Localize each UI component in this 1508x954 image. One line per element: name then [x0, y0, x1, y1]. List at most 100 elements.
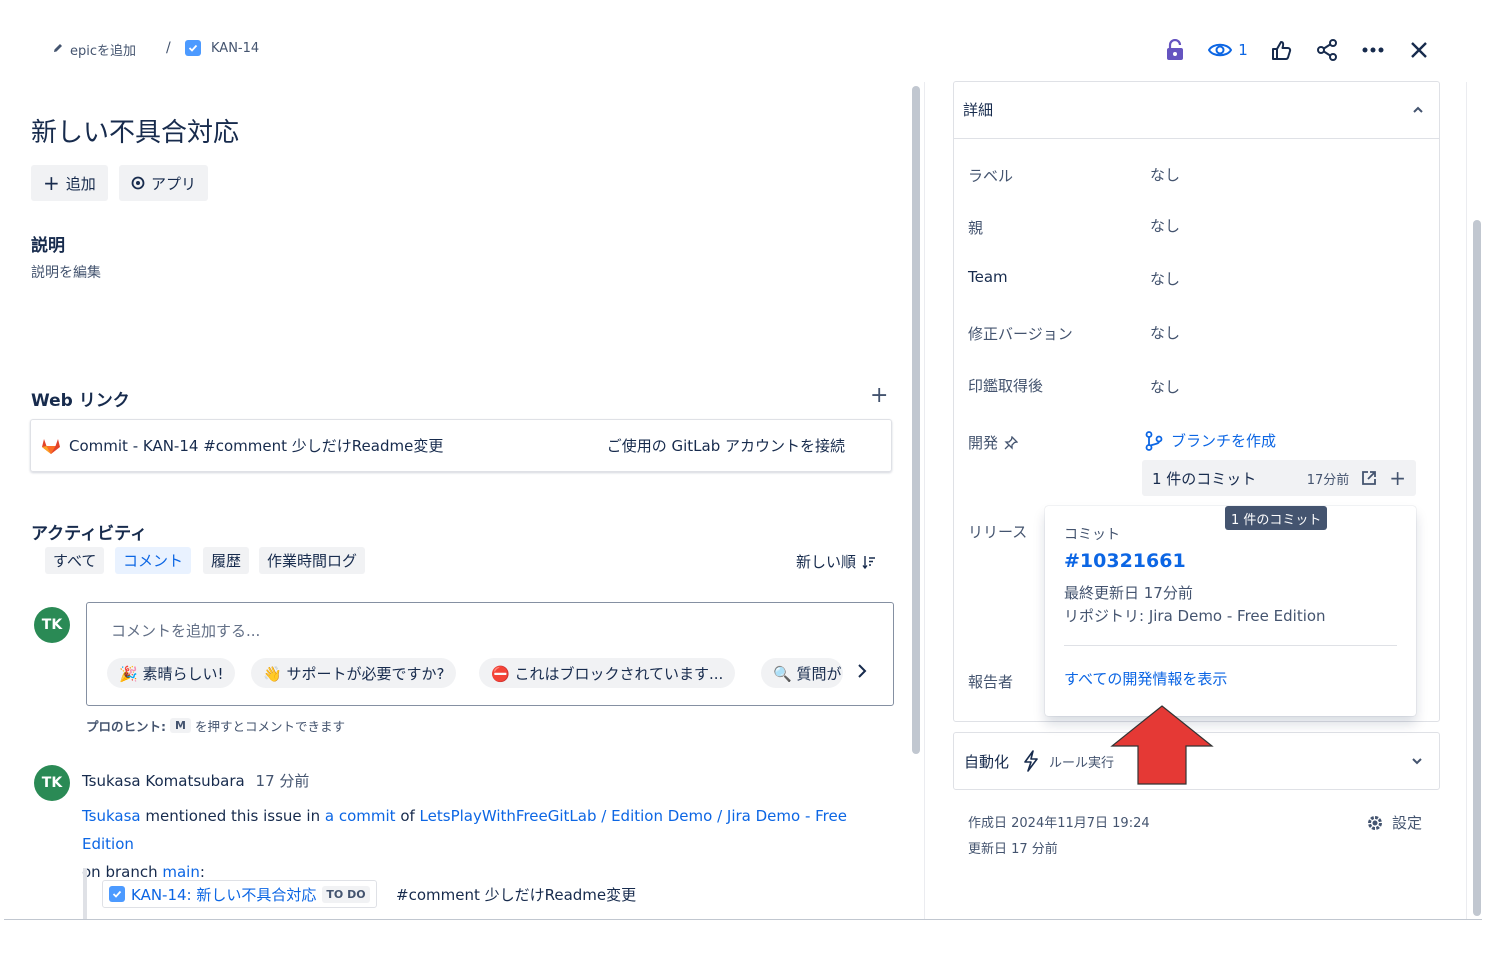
- more-icon: [1362, 47, 1384, 53]
- comment-placeholder: コメントを追加する...: [111, 622, 261, 640]
- add-weblink-button[interactable]: +: [870, 383, 888, 408]
- details-header[interactable]: 詳細: [953, 81, 1440, 139]
- commit-link[interactable]: a commit: [325, 807, 396, 825]
- quote-bar: [83, 868, 87, 920]
- eye-icon: [1208, 43, 1233, 57]
- gitlab-icon: [42, 438, 60, 454]
- popup-divider: [1064, 645, 1397, 646]
- field-value-parent[interactable]: なし: [1150, 215, 1180, 236]
- add-button[interactable]: + 追加: [31, 165, 108, 201]
- description-heading: 説明: [31, 236, 65, 256]
- tab-worklog[interactable]: 作業時間ログ: [259, 547, 366, 574]
- connect-gitlab-link[interactable]: ご使用の GitLab アカウントを接続: [607, 435, 845, 456]
- lightning-icon: [1024, 750, 1038, 772]
- right-panel-edge: [1466, 82, 1467, 920]
- close-button[interactable]: [1396, 34, 1442, 66]
- weblink-text[interactable]: Commit - KAN-14 #comment 少しだけReadme変更: [69, 435, 443, 456]
- sort-icon: [862, 555, 876, 569]
- issue-title[interactable]: 新しい不具合対応: [31, 112, 239, 149]
- quick-reply-blocked[interactable]: ⛔ これはブロックされています...: [479, 658, 736, 688]
- popup-repository: リポジトリ: Jira Demo - Free Edition: [1064, 607, 1326, 625]
- comment-text-2: of: [395, 807, 420, 825]
- add-button-label: 追加: [65, 174, 96, 193]
- pencil-icon: [52, 42, 64, 58]
- add-development-button[interactable]: +: [1389, 468, 1406, 488]
- add-epic-link[interactable]: epicを追加: [52, 40, 136, 59]
- field-value-seal[interactable]: なし: [1150, 376, 1180, 397]
- thumbs-up-icon: [1272, 41, 1292, 60]
- tab-all[interactable]: すべて: [45, 547, 105, 574]
- settings-label: 設定: [1392, 814, 1423, 832]
- scroll-chips-right-button[interactable]: [857, 663, 867, 683]
- field-label-labels: ラベル: [968, 167, 1014, 185]
- apps-button[interactable]: アプリ: [119, 165, 209, 201]
- restriction-button[interactable]: [1152, 34, 1198, 66]
- commits-summary[interactable]: 1 件のコミット 17分前 +: [1142, 460, 1416, 496]
- pro-tip-prefix: プロのヒント:: [86, 719, 166, 734]
- pin-icon[interactable]: [1004, 435, 1019, 450]
- popup-updated: 最終更新日 17分前: [1064, 584, 1193, 602]
- tab-history[interactable]: 履歴: [203, 547, 250, 574]
- external-link-icon[interactable]: [1361, 470, 1377, 486]
- field-label-reporter: 報告者: [968, 673, 1014, 691]
- comment-time: 17 分前: [255, 772, 310, 790]
- share-button[interactable]: [1304, 34, 1350, 66]
- comment-text-4: :: [199, 863, 205, 881]
- issue-smart-link[interactable]: KAN-14: 新しい不具合対応 TO DO: [102, 880, 377, 908]
- field-value-labels[interactable]: なし: [1150, 164, 1180, 185]
- commit-id-link[interactable]: #10321661: [1064, 550, 1186, 572]
- popup-heading: コミット: [1064, 527, 1120, 543]
- description-edit-area[interactable]: 説明を編集: [31, 262, 101, 282]
- field-label-release: リリース: [968, 523, 1028, 541]
- weblink-item[interactable]: Commit - KAN-14 #comment 少しだけReadme変更 ご使…: [30, 419, 892, 472]
- field-label-development: 開発: [968, 432, 1019, 453]
- panel-divider: [924, 82, 925, 920]
- issue-key-link[interactable]: KAN-14: [185, 40, 259, 56]
- red-arrow-annotation: [1110, 705, 1214, 785]
- commits-tooltip: 1 件のコミット: [1225, 506, 1328, 530]
- weblinks-heading: Web リンク: [31, 391, 130, 411]
- quick-reply-question[interactable]: 🔍 質問が: [761, 658, 843, 688]
- vote-button[interactable]: [1258, 34, 1304, 66]
- comment-header: Tsukasa Komatsubara 17 分前: [82, 770, 309, 791]
- field-label-team: Team: [968, 268, 1008, 286]
- field-value-team[interactable]: なし: [1150, 268, 1180, 289]
- field-label-seal: 印鑑取得後: [968, 377, 1044, 395]
- branch-icon: [1145, 430, 1163, 451]
- automation-heading: 自動化: [964, 752, 1010, 771]
- watch-button[interactable]: 1: [1198, 34, 1258, 66]
- comment-input[interactable]: コメントを追加する... 🎉 素晴らしい! 👋 サポートが必要ですか? ⛔ これ…: [86, 602, 894, 706]
- shortcut-key: M: [170, 718, 191, 733]
- bottom-border: [4, 919, 1482, 920]
- quick-reply-need-help[interactable]: 👋 サポートが必要ですか?: [251, 658, 457, 688]
- lock-icon: [1167, 39, 1183, 60]
- breadcrumb-separator: /: [166, 40, 171, 56]
- right-panel-scrollbar[interactable]: [1473, 220, 1481, 916]
- sort-order-button[interactable]: 新しい順: [796, 551, 876, 572]
- close-icon: [1411, 42, 1427, 58]
- plus-icon: +: [43, 171, 60, 195]
- status-lozenge: TO DO: [322, 885, 370, 903]
- comment-text-1: mentioned this issue in: [140, 807, 325, 825]
- field-label-parent: 親: [968, 219, 984, 237]
- settings-button[interactable]: 設定: [1366, 812, 1422, 833]
- commits-time: 17分前: [1306, 472, 1350, 488]
- comment-author-avatar: TK: [34, 765, 70, 801]
- more-actions-button[interactable]: [1350, 34, 1396, 66]
- branch-link[interactable]: main: [162, 863, 199, 881]
- sort-order-label: 新しい順: [796, 553, 857, 571]
- pro-tip: プロのヒント: M を押すとコメントできます: [86, 716, 345, 735]
- create-branch-label: ブランチを作成: [1171, 432, 1277, 450]
- development-label: 開発: [968, 434, 999, 452]
- mention-user-link[interactable]: Tsukasa: [82, 807, 141, 825]
- plus-icon: +: [870, 383, 889, 408]
- chevron-right-icon: [858, 664, 867, 678]
- view-all-dev-info-link[interactable]: すべての開発情報を表示: [1064, 668, 1227, 689]
- comment-author-name[interactable]: Tsukasa Komatsubara: [82, 772, 245, 790]
- field-value-fix-version[interactable]: なし: [1150, 322, 1180, 343]
- quick-reply-great[interactable]: 🎉 素晴らしい!: [107, 658, 236, 688]
- create-branch-link[interactable]: ブランチを作成: [1145, 430, 1276, 451]
- left-panel-scrollbar[interactable]: [912, 86, 920, 754]
- tab-comments[interactable]: コメント: [115, 547, 192, 574]
- commit-message: #comment 少しだけReadme変更: [396, 886, 637, 904]
